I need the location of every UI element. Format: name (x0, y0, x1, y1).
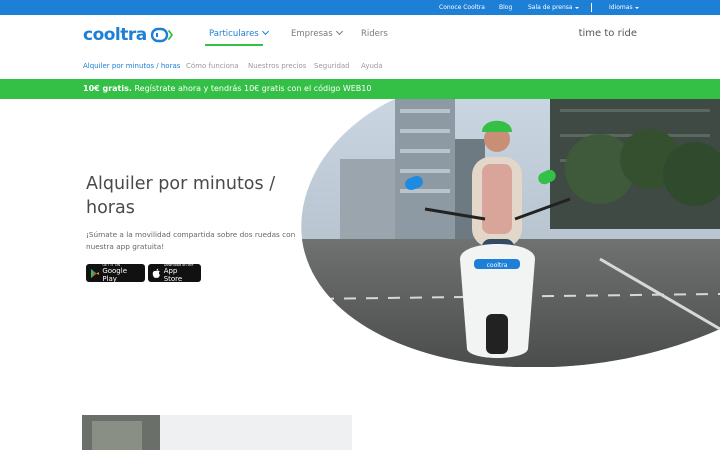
nav-empresas[interactable]: Empresas (291, 27, 343, 39)
chevron-down-icon (261, 27, 269, 36)
logo-mark-icon (150, 27, 173, 43)
subnav-precios[interactable]: Nuestros precios (248, 62, 306, 70)
subnav-seguridad[interactable]: Seguridad (314, 62, 350, 70)
subnav-ayuda[interactable]: Ayuda (361, 62, 383, 70)
google-play-icon (90, 268, 99, 278)
promo-message: Regístrate ahora y tendrás 10€ gratis co… (131, 84, 372, 93)
top-link-conoce[interactable]: Conoce Cooltra (439, 0, 485, 15)
google-play-big: Google Play (102, 267, 127, 283)
hero-scooter-image: cooltra (301, 99, 720, 367)
hero-description: ¡Súmate a la movilidad compartida sobre … (86, 230, 296, 251)
sub-navigation: Alquiler por minutos / horas Cómo funcio… (0, 55, 720, 79)
next-section-preview (82, 415, 352, 450)
nav-empresas-label: Empresas (291, 29, 333, 39)
main-header: cooltra Particulares Empresas Riders tim… (0, 15, 720, 55)
app-store-button[interactable]: Download on the App Store (148, 263, 201, 283)
app-store-big: App Store (163, 267, 183, 283)
apple-icon (152, 268, 160, 278)
divider (591, 3, 592, 12)
top-link-prensa[interactable]: Sala de prensa (528, 0, 579, 15)
next-section-image (82, 415, 160, 450)
language-selector[interactable]: Idiomas (609, 0, 639, 15)
scooter-plate-text: cooltra (487, 262, 508, 269)
logo-text: cooltra (83, 25, 147, 45)
language-label: Idiomas (609, 4, 633, 11)
nav-riders[interactable]: Riders (361, 29, 388, 39)
google-play-button[interactable]: GET IT ON Google Play (86, 263, 145, 283)
subnav-alquiler[interactable]: Alquiler por minutos / horas (83, 62, 180, 70)
caret-down-icon (634, 6, 639, 9)
cooltra-logo[interactable]: cooltra (83, 25, 173, 45)
promo-banner: 10€ gratis. Regístrate ahora y tendrás 1… (0, 79, 720, 99)
chevron-down-icon (335, 27, 343, 36)
top-link-prensa-label: Sala de prensa (528, 4, 573, 11)
top-link-blog[interactable]: Blog (499, 0, 512, 15)
top-utility-bar: Conoce Cooltra Blog Sala de prensa Idiom… (0, 0, 720, 15)
google-play-label: GET IT ON Google Play (102, 263, 141, 283)
page-title: Alquiler por minutos / horas (86, 174, 276, 218)
promo-text: 10€ gratis. Regístrate ahora y tendrás 1… (83, 79, 371, 99)
caret-down-icon (574, 6, 579, 9)
app-store-label: Download on the App Store (164, 263, 197, 283)
subnav-como-funciona[interactable]: Cómo funciona (186, 62, 239, 70)
active-nav-indicator (205, 44, 263, 46)
promo-bold: 10€ gratis. (83, 84, 132, 93)
tagline: time to ride (578, 28, 637, 39)
nav-particulares-label: Particulares (209, 29, 259, 39)
nav-particulares[interactable]: Particulares (209, 27, 269, 39)
